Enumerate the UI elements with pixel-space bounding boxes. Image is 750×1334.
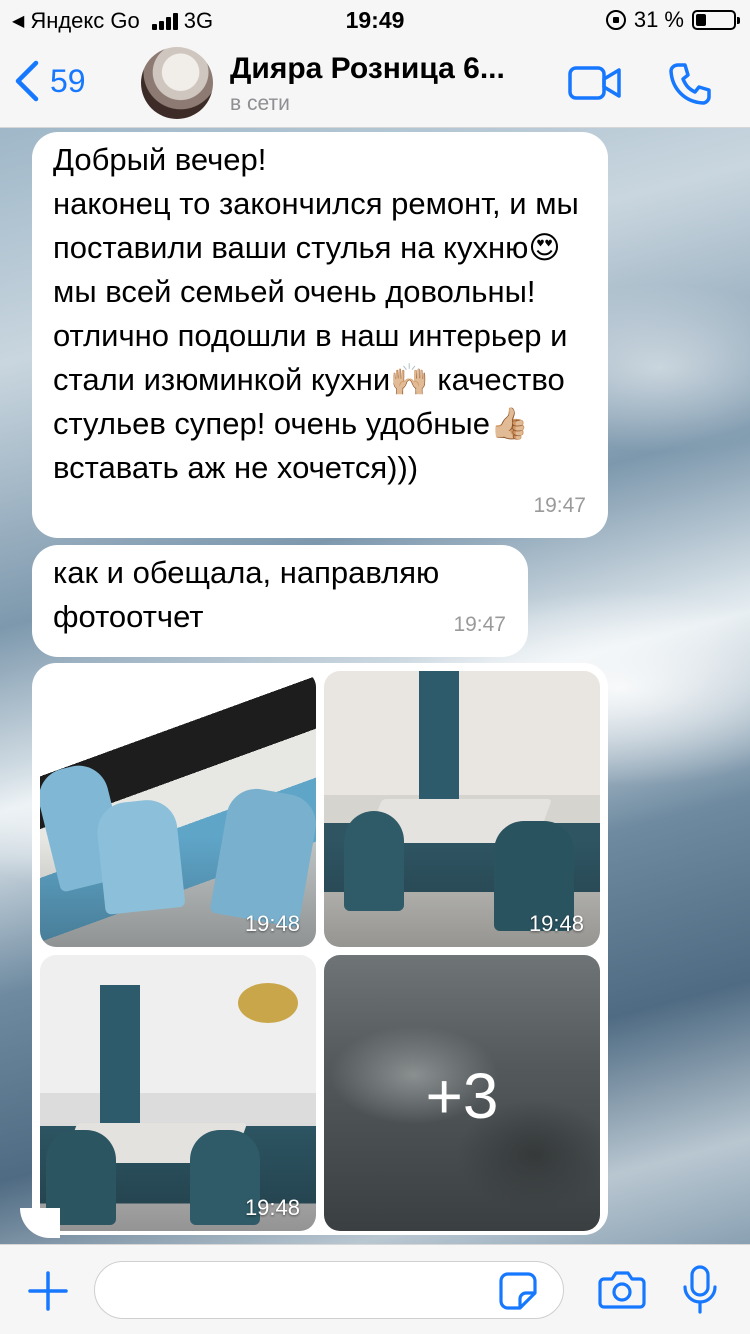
unread-count: 59 — [50, 62, 86, 99]
photo-time: 19:48 — [244, 1195, 300, 1220]
wall-clock-image — [238, 983, 298, 1023]
battery-percent: 31 % — [633, 7, 684, 32]
avatar[interactable] — [141, 47, 213, 119]
message-input[interactable] — [94, 1261, 564, 1319]
lock-rotation-icon — [605, 10, 626, 30]
phone-icon — [669, 63, 711, 105]
camera-icon — [598, 1271, 646, 1309]
plus-icon — [28, 1271, 68, 1311]
more-photos-count: +3 — [425, 1060, 499, 1132]
status-bar: ◀ Яндекс Go 3G 19:49 31 % — [0, 0, 750, 40]
camera-button[interactable] — [598, 1269, 646, 1314]
photo-time: 19:48 — [244, 911, 300, 936]
sticker-button[interactable] — [498, 1271, 538, 1316]
media-album: 19:48 19:48 19:48 +3 — [32, 663, 608, 1235]
chat-area[interactable]: Добрый вечер! наконец то закончился ремо… — [0, 128, 750, 1244]
contact-status: в сети — [230, 92, 290, 115]
battery-icon — [692, 10, 740, 30]
message-time: 19:47 — [533, 494, 586, 517]
phone-call-button[interactable] — [668, 62, 712, 111]
input-bar — [0, 1244, 750, 1334]
sticker-icon — [499, 1272, 537, 1310]
chair-image — [209, 784, 316, 928]
chat-header: 59 Дияра Розница 6... в сети — [0, 40, 750, 128]
chair-image — [94, 797, 186, 915]
back-button[interactable]: 59 — [14, 60, 86, 102]
message-bubble[interactable]: как и обещала, направляю фотоотчет 19:47 — [32, 545, 528, 657]
bubble-tail — [20, 1208, 60, 1238]
photo-thumbnail[interactable]: 19:48 — [40, 671, 316, 947]
contact-name[interactable]: Дияра Розница 6... — [230, 52, 505, 86]
message-text: как и обещала, направляю фотоотчет — [53, 555, 440, 634]
chair-image — [344, 811, 404, 911]
more-photos-thumbnail[interactable]: +3 — [324, 955, 600, 1231]
message-text: Добрый вечер! наконец то закончился ремо… — [53, 142, 579, 485]
attach-button[interactable] — [28, 1271, 68, 1316]
microphone-icon — [683, 1265, 717, 1314]
status-bar-right: 31 % — [605, 7, 740, 33]
photo-thumbnail[interactable]: 19:48 — [40, 955, 316, 1231]
window-curtain-image — [100, 985, 140, 1135]
photo-time: 19:48 — [528, 911, 584, 936]
chevron-left-icon — [15, 60, 39, 102]
photo-thumbnail[interactable]: 19:48 — [324, 671, 600, 947]
microphone-button[interactable] — [682, 1265, 718, 1320]
message-time: 19:47 — [453, 613, 506, 636]
video-call-button[interactable] — [568, 64, 622, 107]
video-camera-icon — [568, 66, 621, 100]
message-bubble[interactable]: Добрый вечер! наконец то закончился ремо… — [32, 132, 608, 538]
